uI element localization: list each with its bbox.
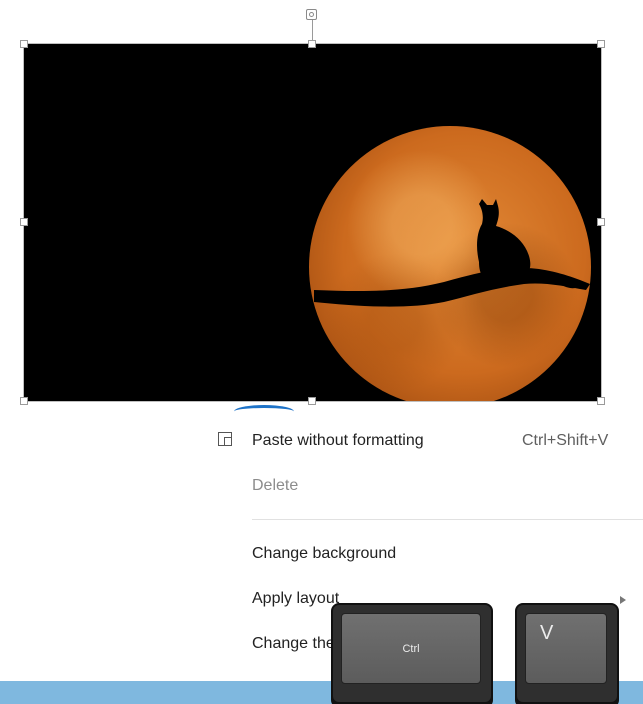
resize-handle-bottom[interactable] — [308, 397, 316, 405]
resize-handle-top[interactable] — [308, 40, 316, 48]
submenu-arrow-icon — [620, 596, 626, 604]
resize-handle-bottom-right[interactable] — [597, 397, 605, 405]
resize-handle-left[interactable] — [20, 218, 28, 226]
menu-item-apply-layout[interactable]: Apply layout — [252, 590, 339, 608]
resize-handle-top-right[interactable] — [597, 40, 605, 48]
v-key-label: V — [525, 613, 607, 684]
cat-silhouette-icon — [314, 199, 590, 307]
ctrl-key: Ctrl — [331, 603, 493, 704]
menu-divider — [252, 519, 643, 520]
highlight-arc — [234, 405, 294, 418]
rotate-handle-icon[interactable] — [306, 9, 317, 20]
resize-handle-right[interactable] — [597, 218, 605, 226]
paste-icon — [218, 432, 232, 446]
v-key: V — [515, 603, 619, 704]
menu-item-paste-without-formatting[interactable]: Paste without formatting — [252, 432, 424, 450]
menu-item-change-background[interactable]: Change background — [252, 545, 396, 563]
selected-image[interactable] — [23, 43, 602, 402]
resize-handle-bottom-left[interactable] — [20, 397, 28, 405]
ctrl-key-label: Ctrl — [341, 613, 481, 684]
menu-item-delete[interactable]: Delete — [252, 477, 298, 495]
shortcut-paste-without-formatting: Ctrl+Shift+V — [522, 432, 609, 449]
resize-handle-top-left[interactable] — [20, 40, 28, 48]
